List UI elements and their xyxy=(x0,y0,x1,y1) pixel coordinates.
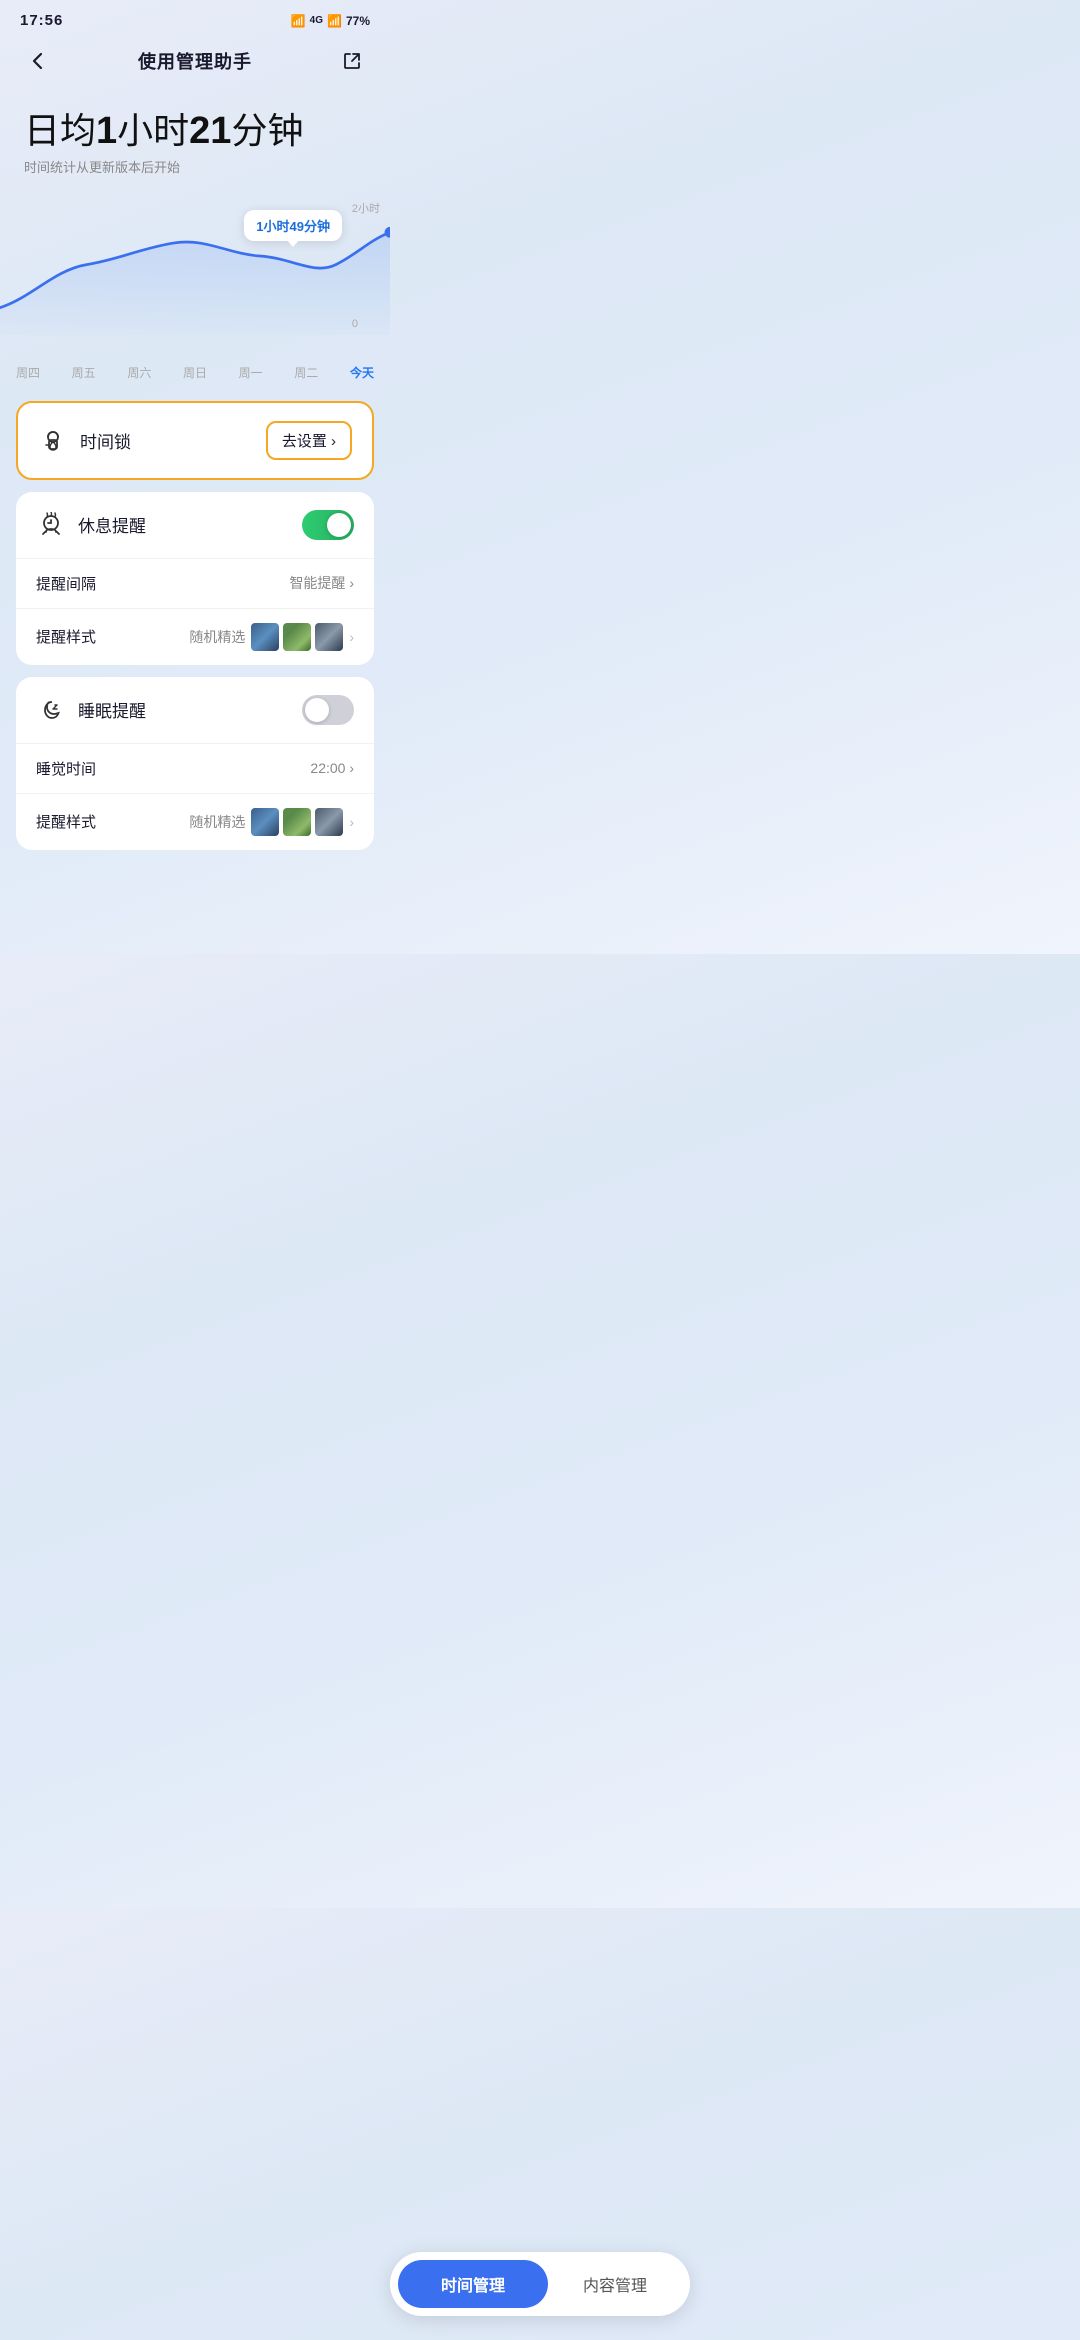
sleep-style-row[interactable]: 提醒样式 随机精选 › xyxy=(16,794,374,850)
reminder-style-row[interactable]: 提醒样式 随机精选 › xyxy=(16,609,374,665)
daily-avg-minute-unit: 分钟 xyxy=(231,110,303,151)
reminder-style-text: 随机精选 xyxy=(189,627,245,647)
reminder-thumb-3 xyxy=(315,623,343,651)
back-button[interactable] xyxy=(20,43,56,79)
sleep-time-row[interactable]: 睡觉时间 22:00 › xyxy=(16,744,374,794)
status-icons: 📶 4G 📶 77% xyxy=(291,14,370,28)
time-management-label: 时间管理 xyxy=(441,2278,505,2295)
x-label-sat: 周六 xyxy=(127,364,151,381)
x-label-fri: 周五 xyxy=(72,364,96,381)
rest-reminder-toggle[interactable] xyxy=(302,510,354,540)
reminder-thumb-1 xyxy=(251,623,279,651)
chart-y-label-bottom: 0 xyxy=(352,318,380,330)
app-header: 使用管理助手 xyxy=(0,35,390,95)
time-lock-card: 时间锁 去设置 › xyxy=(16,401,374,480)
usage-chart: 2小时 0 1小时49分钟 xyxy=(0,200,390,360)
daily-avg-minutes: 21 xyxy=(189,110,231,152)
daily-avg-hours: 1 xyxy=(96,110,117,152)
content-management-label: 内容管理 xyxy=(583,2278,647,2295)
sleep-reminder-toggle[interactable] xyxy=(302,695,354,725)
daily-avg-prefix: 日均 xyxy=(24,110,96,151)
sleep-reminder-card: 睡眠提醒 睡觉时间 22:00 › 提醒样式 随机精选 › xyxy=(16,677,374,850)
reminder-style-chevron: › xyxy=(349,629,354,645)
sleep-thumb-2 xyxy=(283,808,311,836)
x-label-mon: 周一 xyxy=(239,364,263,381)
time-lock-action-label: 去设置 › xyxy=(282,430,336,451)
time-lock-left: 时间锁 xyxy=(38,425,131,455)
content-management-tab[interactable]: 内容管理 xyxy=(548,2260,682,2308)
rest-reminder-card: 休息提醒 提醒间隔 智能提醒 › 提醒样式 随机精选 › xyxy=(16,492,374,665)
time-lock-icon xyxy=(38,425,68,455)
status-bar: 17:56 📶 4G 📶 77% xyxy=(0,0,390,35)
battery-level: 77% xyxy=(346,14,370,28)
sleep-style-thumbs xyxy=(251,808,343,836)
sleep-reminder-label: 睡眠提醒 xyxy=(78,697,146,722)
sleep-style-value: 随机精选 › xyxy=(189,808,354,836)
sleep-thumb-3 xyxy=(315,808,343,836)
sleep-thumb-1 xyxy=(251,808,279,836)
x-label-tue: 周二 xyxy=(294,364,318,381)
reminder-style-label: 提醒样式 xyxy=(36,626,96,647)
daily-average-section: 日均1小时21分钟 时间统计从更新版本后开始 xyxy=(0,95,390,184)
sleep-time-label: 睡觉时间 xyxy=(36,758,96,779)
reminder-thumb-2 xyxy=(283,623,311,651)
reminder-interval-row[interactable]: 提醒间隔 智能提醒 › xyxy=(16,559,374,609)
sleep-reminder-main: 睡眠提醒 xyxy=(16,677,374,744)
signal-icon-2: 📶 xyxy=(327,14,342,28)
share-button[interactable] xyxy=(334,43,370,79)
bottom-navigation: 时间管理 内容管理 xyxy=(390,2252,690,2316)
x-label-sun: 周日 xyxy=(183,364,207,381)
rest-reminder-label: 休息提醒 xyxy=(78,512,146,537)
sleep-style-text: 随机精选 xyxy=(189,812,245,832)
sleep-reminder-left: 睡眠提醒 xyxy=(36,695,146,725)
signal-icon: 📶 xyxy=(291,14,306,28)
daily-avg-hour-unit: 小时 xyxy=(117,110,189,151)
rest-reminder-main: 休息提醒 xyxy=(16,492,374,559)
chart-x-labels: 周四 周五 周六 周日 周一 周二 今天 xyxy=(0,360,390,381)
page-title: 使用管理助手 xyxy=(138,48,252,74)
network-icon: 4G xyxy=(310,15,323,26)
rest-reminder-icon xyxy=(36,510,66,540)
sleep-reminder-icon xyxy=(36,695,66,725)
rest-reminder-left: 休息提醒 xyxy=(36,510,146,540)
toggle-knob xyxy=(327,513,351,537)
daily-avg-subtitle: 时间统计从更新版本后开始 xyxy=(24,157,366,176)
sleep-toggle-knob xyxy=(305,698,329,722)
chart-y-labels: 2小时 0 xyxy=(352,200,380,330)
reminder-style-thumbs xyxy=(251,623,343,651)
daily-avg-title: 日均1小时21分钟 xyxy=(24,111,366,153)
sleep-time-text: 22:00 › xyxy=(310,760,354,776)
reminder-style-value: 随机精选 › xyxy=(189,623,354,651)
time-lock-action-button[interactable]: 去设置 › xyxy=(266,421,352,460)
cards-section: 时间锁 去设置 › xyxy=(0,381,390,854)
x-label-thu: 周四 xyxy=(16,364,40,381)
reminder-interval-value: 智能提醒 › xyxy=(289,573,354,593)
chart-tooltip: 1小时49分钟 xyxy=(244,210,342,241)
sleep-style-chevron: › xyxy=(349,814,354,830)
sleep-style-label: 提醒样式 xyxy=(36,811,96,832)
time-lock-label: 时间锁 xyxy=(80,428,131,453)
sleep-time-value: 22:00 › xyxy=(310,760,354,776)
reminder-interval-text: 智能提醒 › xyxy=(289,573,354,593)
chart-y-label-top: 2小时 xyxy=(352,200,380,216)
status-time: 17:56 xyxy=(20,12,63,29)
x-label-today: 今天 xyxy=(350,364,374,381)
time-management-tab[interactable]: 时间管理 xyxy=(398,2260,548,2308)
reminder-interval-label: 提醒间隔 xyxy=(36,573,96,594)
